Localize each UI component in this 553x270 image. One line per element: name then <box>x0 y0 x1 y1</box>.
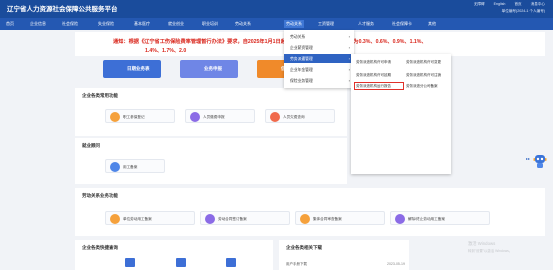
top-header: 辽宁省人力资源社会保障公共服务平台 无障碍 English 首页 消息中心 单位… <box>0 0 553 18</box>
submenu-item-license-extend[interactable]: 劳务派遣机构许可延期 <box>356 73 391 78</box>
downloads-panel: 企业各类相关下载 用户手册下载 2023-05-19 <box>279 240 409 270</box>
submenu-item-branch-filing[interactable]: 劳务派遣分公司备案 <box>406 84 438 89</box>
quick-link-label: 业务申报 <box>204 66 222 71</box>
payment-icon <box>190 112 200 122</box>
menu-item-annuity[interactable]: 企业年金管理 › <box>284 65 354 74</box>
menu-item-insurance[interactable]: 保险业务管理 › <box>284 76 354 85</box>
dispatch-submenu: 劳务派遣机构许可申请 劳务派遣机构许可变更 劳务派遣机构许可延期 劳务派遣机构许… <box>351 54 451 174</box>
employment-panel: 就业顾问 用工备案 <box>75 138 347 184</box>
nav-item-other[interactable]: 其他 <box>426 20 438 28</box>
quick-link-business[interactable]: 业务申报 <box>180 60 238 78</box>
quick-query-panel: 企业各类快捷查询 <box>75 240 273 270</box>
nav-item-medical[interactable]: 基本医疗 <box>132 20 152 28</box>
nav-item-talent[interactable]: 人才服务 <box>356 20 376 28</box>
download-date: 2023-05-19 <box>387 262 405 266</box>
tile-termination-filing[interactable]: 解除/终止劳动用工备案 <box>390 211 490 225</box>
query-service-icon[interactable] <box>125 258 135 267</box>
tile-labor-filing[interactable]: 单位劳动用工备案 <box>105 211 195 225</box>
tile-collective-contract[interactable]: 集体合同审查备案 <box>295 211 385 225</box>
tile-payment-declaration[interactable]: 人员缴费申报 <box>185 109 255 123</box>
labor-relations-panel: 劳动关系业务功能 单位劳动用工备案 劳动合同签订备案 集体合同审查备案 解除/终… <box>75 188 545 236</box>
tile-label: 解除/终止劳动用工备案 <box>408 216 445 221</box>
panel-title: 就业顾问 <box>82 143 100 148</box>
menu-item-dispatch[interactable]: 劳务派遣管理 › <box>284 54 354 63</box>
panel-title: 企业各类常用功能 <box>82 93 118 98</box>
nav-item-wages[interactable]: 工资管理 <box>316 20 336 28</box>
tile-label: 用工备案 <box>123 164 138 169</box>
panel-title: 劳动关系业务功能 <box>82 193 118 198</box>
nav-item-labor-1[interactable]: 劳动关系 <box>233 20 253 28</box>
tile-label: 劳动合同签订备案 <box>218 216 247 221</box>
chevron-right-icon: › <box>348 55 350 61</box>
tile-contract-filing[interactable]: 劳动合同签订备案 <box>200 211 290 225</box>
menu-item-salary[interactable]: 企业薪资管理 › <box>284 43 354 52</box>
chevron-right-icon: › <box>348 33 350 39</box>
common-functions-panel: 企业各类常用功能 职工参保登记 人员缴费申报 人员欠费查询 <box>75 88 347 136</box>
robot-assistant-icon[interactable] <box>533 153 547 169</box>
site-title: 辽宁省人力资源社会保障公共服务平台 <box>7 6 118 13</box>
nav-item-training[interactable]: 职业培训 <box>200 20 220 28</box>
nav-item-unemployment[interactable]: 失业保险 <box>96 20 116 28</box>
panel-title: 企业各类相关下载 <box>286 245 322 250</box>
chevron-right-icon: › <box>348 66 350 72</box>
query-icon <box>270 112 280 122</box>
tile-staff-registration[interactable]: 职工参保登记 <box>105 109 175 123</box>
labor-filing-icon <box>110 214 120 224</box>
tile-arrears-query[interactable]: 人员欠费查询 <box>265 109 335 123</box>
windows-watermark: 激活 Windows <box>468 241 496 246</box>
home-link[interactable]: 首页 <box>514 2 521 6</box>
contract-icon <box>205 214 215 224</box>
tile-label: 单位劳动用工备案 <box>123 216 152 221</box>
tile-employment-filing[interactable]: 用工备案 <box>105 159 165 173</box>
windows-watermark-sub: 转到"设置"以激活 Windows。 <box>468 249 513 253</box>
nav-item-employment[interactable]: 就业创业 <box>166 20 186 28</box>
termination-icon <box>395 214 405 224</box>
nav-item-labor-relations[interactable]: 劳动关系 <box>284 20 304 28</box>
chevron-right-icon: › <box>348 44 350 50</box>
quick-link-daily[interactable]: 日期业务表 <box>103 60 161 78</box>
menu-item-label: 企业年金管理 <box>290 67 313 72</box>
tile-label: 人员缴费申报 <box>203 114 225 119</box>
accessibility-link[interactable]: 无障碍 <box>474 2 485 6</box>
nav-item-home[interactable]: 首页 <box>4 20 16 28</box>
menu-item-labor-relations[interactable]: 劳动关系 › <box>284 32 354 41</box>
collective-icon <box>300 214 310 224</box>
nav-item-social-insurance[interactable]: 社会保险 <box>60 20 80 28</box>
staff-icon <box>110 112 120 122</box>
menu-item-label: 劳务派遣管理 <box>290 56 313 61</box>
menu-item-label: 劳动关系 <box>290 34 306 39</box>
filing-icon <box>110 162 120 172</box>
notice-text-1b: 分别为0.3%、0.6%、0.9%、1.1%、 <box>343 39 427 45</box>
panel-title: 企业各类快捷查询 <box>82 245 118 250</box>
submenu-item-operation-report[interactable]: 劳务派遣机构运行报告 <box>356 84 391 89</box>
main-nav: 首页 企业信息 社会保险 失业保险 基本医疗 就业创业 职业培训 劳动关系 劳动… <box>0 18 553 30</box>
quick-link-label: 日期业务表 <box>127 66 150 71</box>
message-center-link[interactable]: 消息中心 <box>531 2 545 6</box>
labor-relations-dropdown: 劳动关系 › 企业薪资管理 › 劳务派遣管理 › 企业年金管理 › 保险业务管理 › <box>284 30 354 88</box>
submenu-item-license-cancel[interactable]: 劳务派遣机构许可注销 <box>406 73 441 78</box>
query-service-icon[interactable] <box>226 258 236 267</box>
menu-item-label: 保险业务管理 <box>290 78 313 83</box>
english-link[interactable]: English <box>494 2 506 6</box>
menu-item-label: 企业薪资管理 <box>290 45 313 50</box>
submenu-item-license-change[interactable]: 劳务派遣机构许可变更 <box>406 60 441 65</box>
notice-text-1: 通知：根据《辽宁省工伤保险费率管理暂行办法》要求，自2025年1月1日起 <box>113 39 286 45</box>
chevron-right-icon: › <box>348 77 350 83</box>
assistant-arrow-icon: ▸▸ <box>526 156 531 161</box>
download-item-label: 用户手册下载 <box>286 262 307 266</box>
tile-label: 人员欠费查询 <box>283 114 305 119</box>
notice-text-2: 1.4%、1.7%、2.0 <box>145 48 187 54</box>
query-service-icon[interactable] <box>176 258 186 267</box>
nav-item-company[interactable]: 企业信息 <box>28 20 48 28</box>
tile-label: 集体合同审查备案 <box>313 216 342 221</box>
tile-label: 职工参保登记 <box>123 114 145 119</box>
download-item[interactable]: 用户手册下载 <box>286 262 307 267</box>
nav-item-social-card[interactable]: 社会保障卡 <box>390 20 414 28</box>
header-links: 无障碍 English 首页 消息中心 <box>466 2 545 7</box>
user-info: 单位编号(2024-1 个人编号) <box>501 9 545 13</box>
submenu-item-license-apply[interactable]: 劳务派遣机构许可申请 <box>356 60 391 65</box>
